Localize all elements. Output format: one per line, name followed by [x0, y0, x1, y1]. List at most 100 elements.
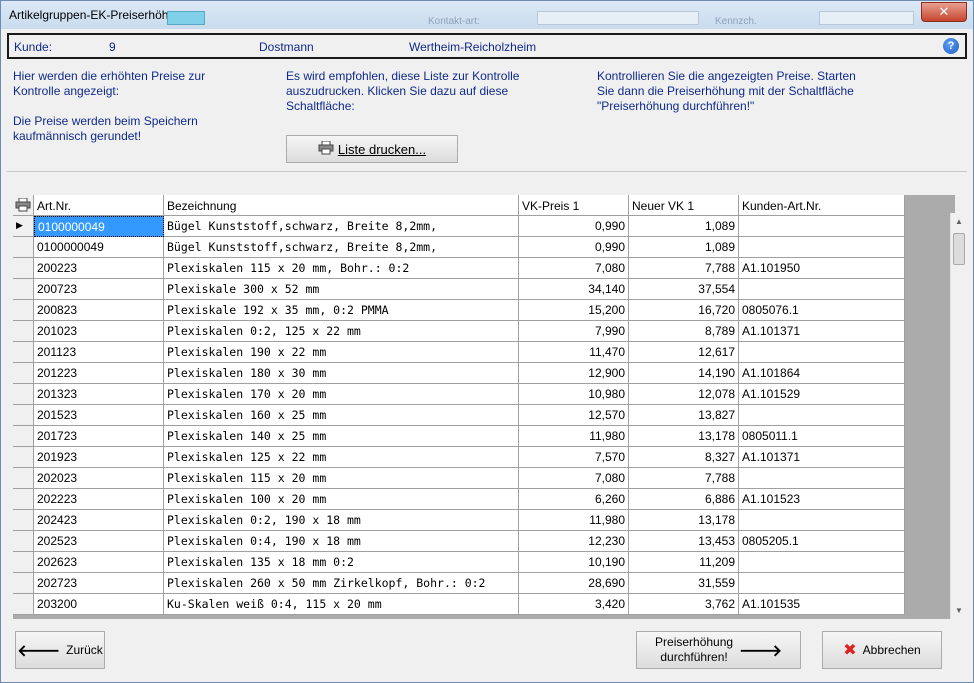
cell-vk-preis[interactable]: 12,900: [519, 363, 629, 384]
vertical-scrollbar[interactable]: ▲ ▼: [950, 213, 967, 619]
scroll-thumb[interactable]: [953, 233, 965, 265]
cell-neuer-vk[interactable]: 8,327: [629, 447, 739, 468]
back-button[interactable]: 🡐 Zurück: [15, 631, 105, 669]
cell-vk-preis[interactable]: 12,230: [519, 531, 629, 552]
cell-neuer-vk[interactable]: 14,190: [629, 363, 739, 384]
scroll-up-icon[interactable]: ▲: [951, 213, 967, 230]
row-selector[interactable]: [13, 237, 34, 258]
header-neuer-vk[interactable]: Neuer VK 1: [629, 195, 739, 216]
cell-kunden-art-nr[interactable]: [739, 279, 905, 300]
row-selector[interactable]: [13, 321, 34, 342]
cell-kunden-art-nr[interactable]: [739, 342, 905, 363]
cell-neuer-vk[interactable]: 31,559: [629, 573, 739, 594]
cell-vk-preis[interactable]: 10,190: [519, 552, 629, 573]
cell-kunden-art-nr[interactable]: [739, 216, 905, 237]
table-row[interactable]: 201023 Plexiskalen 0:2, 125 x 22 mm 7,990 8…: [13, 321, 905, 342]
price-table[interactable]: Art.Nr. Bezeichnung VK-Preis 1 Neuer VK …: [13, 195, 955, 619]
table-row[interactable]: 0100000049 Bügel Kunststoff,schwarz, Brei…: [13, 237, 905, 258]
cell-neuer-vk[interactable]: 12,617: [629, 342, 739, 363]
cell-bezeichnung[interactable]: Plexiskalen 115 x 20 mm: [164, 468, 519, 489]
cell-bezeichnung[interactable]: Plexiskalen 135 x 18 mm 0:2: [164, 552, 519, 573]
cell-bezeichnung[interactable]: Plexiskalen 115 x 20 mm, Bohr.: 0:2: [164, 258, 519, 279]
cell-kunden-art-nr[interactable]: [739, 468, 905, 489]
table-row[interactable]: 201923 Plexiskalen 125 x 22 mm 7,570 8,327 A…: [13, 447, 905, 468]
row-selector[interactable]: [13, 258, 34, 279]
cell-vk-preis[interactable]: 15,200: [519, 300, 629, 321]
cell-kunden-art-nr[interactable]: A1.101371: [739, 447, 905, 468]
cell-kunden-art-nr[interactable]: A1.101371: [739, 321, 905, 342]
cell-art-nr[interactable]: 201223: [34, 363, 164, 384]
scroll-down-icon[interactable]: ▼: [951, 602, 967, 619]
row-selector[interactable]: [13, 510, 34, 531]
cell-art-nr[interactable]: 203200: [34, 594, 164, 615]
table-row[interactable]: 201223 Plexiskalen 180 x 30 mm 12,900 14,19…: [13, 363, 905, 384]
cell-vk-preis[interactable]: 3,420: [519, 594, 629, 615]
cell-kunden-art-nr[interactable]: A1.101523: [739, 489, 905, 510]
row-selector[interactable]: [13, 342, 34, 363]
row-selector[interactable]: [13, 489, 34, 510]
cell-art-nr[interactable]: 202423: [34, 510, 164, 531]
cell-art-nr[interactable]: 201723: [34, 426, 164, 447]
cell-neuer-vk[interactable]: 7,788: [629, 468, 739, 489]
cell-bezeichnung[interactable]: Bügel Kunststoff,schwarz, Breite 8,2mm,: [164, 237, 519, 258]
cell-vk-preis[interactable]: 11,980: [519, 426, 629, 447]
close-button[interactable]: ✕: [921, 2, 967, 22]
cell-bezeichnung[interactable]: Plexiskalen 160 x 25 mm: [164, 405, 519, 426]
cell-vk-preis[interactable]: 34,140: [519, 279, 629, 300]
cell-bezeichnung[interactable]: Ku-Skalen weiß 0:4, 115 x 20 mm: [164, 594, 519, 615]
cell-bezeichnung[interactable]: Plexiskalen 190 x 22 mm: [164, 342, 519, 363]
cell-bezeichnung[interactable]: Plexiskalen 125 x 22 mm: [164, 447, 519, 468]
cell-kunden-art-nr[interactable]: [739, 552, 905, 573]
cell-neuer-vk[interactable]: 11,209: [629, 552, 739, 573]
cell-vk-preis[interactable]: 6,260: [519, 489, 629, 510]
table-row[interactable]: 201523 Plexiskalen 160 x 25 mm 12,570 13,82…: [13, 405, 905, 426]
execute-button[interactable]: Preiserhöhung durchführen! 🡒: [636, 631, 801, 669]
cell-vk-preis[interactable]: 7,990: [519, 321, 629, 342]
cell-art-nr[interactable]: 201123: [34, 342, 164, 363]
cell-kunden-art-nr[interactable]: [739, 237, 905, 258]
row-selector[interactable]: [13, 531, 34, 552]
table-row[interactable]: 202623 Plexiskalen 135 x 18 mm 0:2 10,190 1…: [13, 552, 905, 573]
cell-kunden-art-nr[interactable]: [739, 510, 905, 531]
cell-art-nr[interactable]: 202623: [34, 552, 164, 573]
cell-art-nr[interactable]: 200223: [34, 258, 164, 279]
cell-art-nr[interactable]: 202523: [34, 531, 164, 552]
row-selector[interactable]: [13, 279, 34, 300]
cell-vk-preis[interactable]: 10,980: [519, 384, 629, 405]
cell-art-nr[interactable]: 202723: [34, 573, 164, 594]
table-row[interactable]: 201723 Plexiskalen 140 x 25 mm 11,980 13,17…: [13, 426, 905, 447]
row-selector[interactable]: [13, 468, 34, 489]
cell-kunden-art-nr[interactable]: 0805076.1: [739, 300, 905, 321]
header-printer-icon[interactable]: [13, 195, 34, 216]
cell-bezeichnung[interactable]: Plexiskalen 100 x 20 mm: [164, 489, 519, 510]
row-selector[interactable]: [13, 552, 34, 573]
table-row[interactable]: 202223 Plexiskalen 100 x 20 mm 6,260 6,886 A…: [13, 489, 905, 510]
table-row[interactable]: 202423 Plexiskalen 0:2, 190 x 18 mm 11,980…: [13, 510, 905, 531]
cell-bezeichnung[interactable]: Plexiskalen 0:4, 190 x 18 mm: [164, 531, 519, 552]
cell-bezeichnung[interactable]: Plexiskalen 180 x 30 mm: [164, 363, 519, 384]
table-row[interactable]: 200223 Plexiskalen 115 x 20 mm, Bohr.: 0:…: [13, 258, 905, 279]
cell-neuer-vk[interactable]: 13,453: [629, 531, 739, 552]
cell-kunden-art-nr[interactable]: A1.101950: [739, 258, 905, 279]
table-row[interactable]: 202023 Plexiskalen 115 x 20 mm 7,080 7,788: [13, 468, 905, 489]
cell-kunden-art-nr[interactable]: [739, 573, 905, 594]
cell-art-nr[interactable]: 201923: [34, 447, 164, 468]
help-icon[interactable]: ?: [943, 38, 959, 54]
print-list-button[interactable]: Liste drucken...: [286, 135, 458, 163]
row-selector[interactable]: [13, 573, 34, 594]
cell-bezeichnung[interactable]: Plexiskalen 170 x 20 mm: [164, 384, 519, 405]
cell-neuer-vk[interactable]: 16,720: [629, 300, 739, 321]
cell-bezeichnung[interactable]: Bügel Kunststoff,schwarz, Breite 8,2mm,: [164, 216, 519, 237]
table-row[interactable]: ▶ 0100000049 Bügel Kunststoff,schwarz, Bre…: [13, 216, 905, 237]
cell-bezeichnung[interactable]: Plexiskale 192 x 35 mm, 0:2 PMMA: [164, 300, 519, 321]
cell-art-nr[interactable]: 0100000049: [34, 216, 164, 237]
cell-neuer-vk[interactable]: 7,788: [629, 258, 739, 279]
cell-bezeichnung[interactable]: Plexiskale 300 x 52 mm: [164, 279, 519, 300]
cell-vk-preis[interactable]: 0,990: [519, 237, 629, 258]
cell-neuer-vk[interactable]: 13,827: [629, 405, 739, 426]
cell-art-nr[interactable]: 200823: [34, 300, 164, 321]
cell-kunden-art-nr[interactable]: 0805205.1: [739, 531, 905, 552]
cell-vk-preis[interactable]: 7,080: [519, 468, 629, 489]
cell-art-nr[interactable]: 201023: [34, 321, 164, 342]
cell-neuer-vk[interactable]: 13,178: [629, 510, 739, 531]
